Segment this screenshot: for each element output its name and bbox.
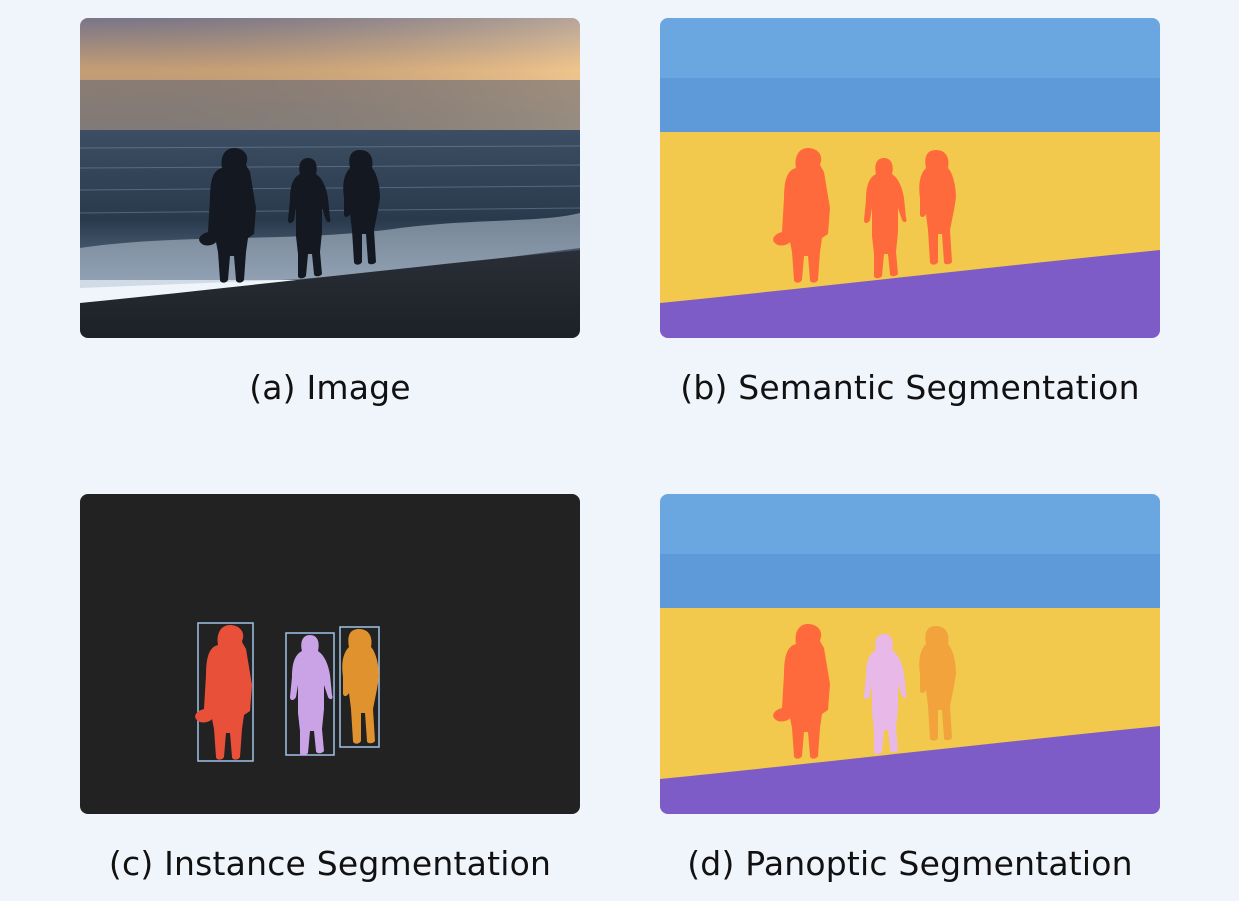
panoptic-segmentation-panel xyxy=(660,494,1160,814)
photo-panel xyxy=(80,18,580,338)
caption-panoptic: (d) Panoptic Segmentation xyxy=(687,844,1133,883)
panoptic-segmentation-map xyxy=(660,494,1160,814)
semantic-segmentation-map xyxy=(660,18,1160,338)
caption-instance: (c) Instance Segmentation xyxy=(108,844,552,883)
beach-photo xyxy=(80,18,580,338)
semantic-segmentation-panel xyxy=(660,18,1160,338)
caption-image: (a) Image xyxy=(249,368,411,407)
instance-segmentation-panel xyxy=(80,494,580,814)
caption-semantic: (b) Semantic Segmentation xyxy=(680,368,1140,407)
instance-segmentation-map xyxy=(80,494,580,814)
